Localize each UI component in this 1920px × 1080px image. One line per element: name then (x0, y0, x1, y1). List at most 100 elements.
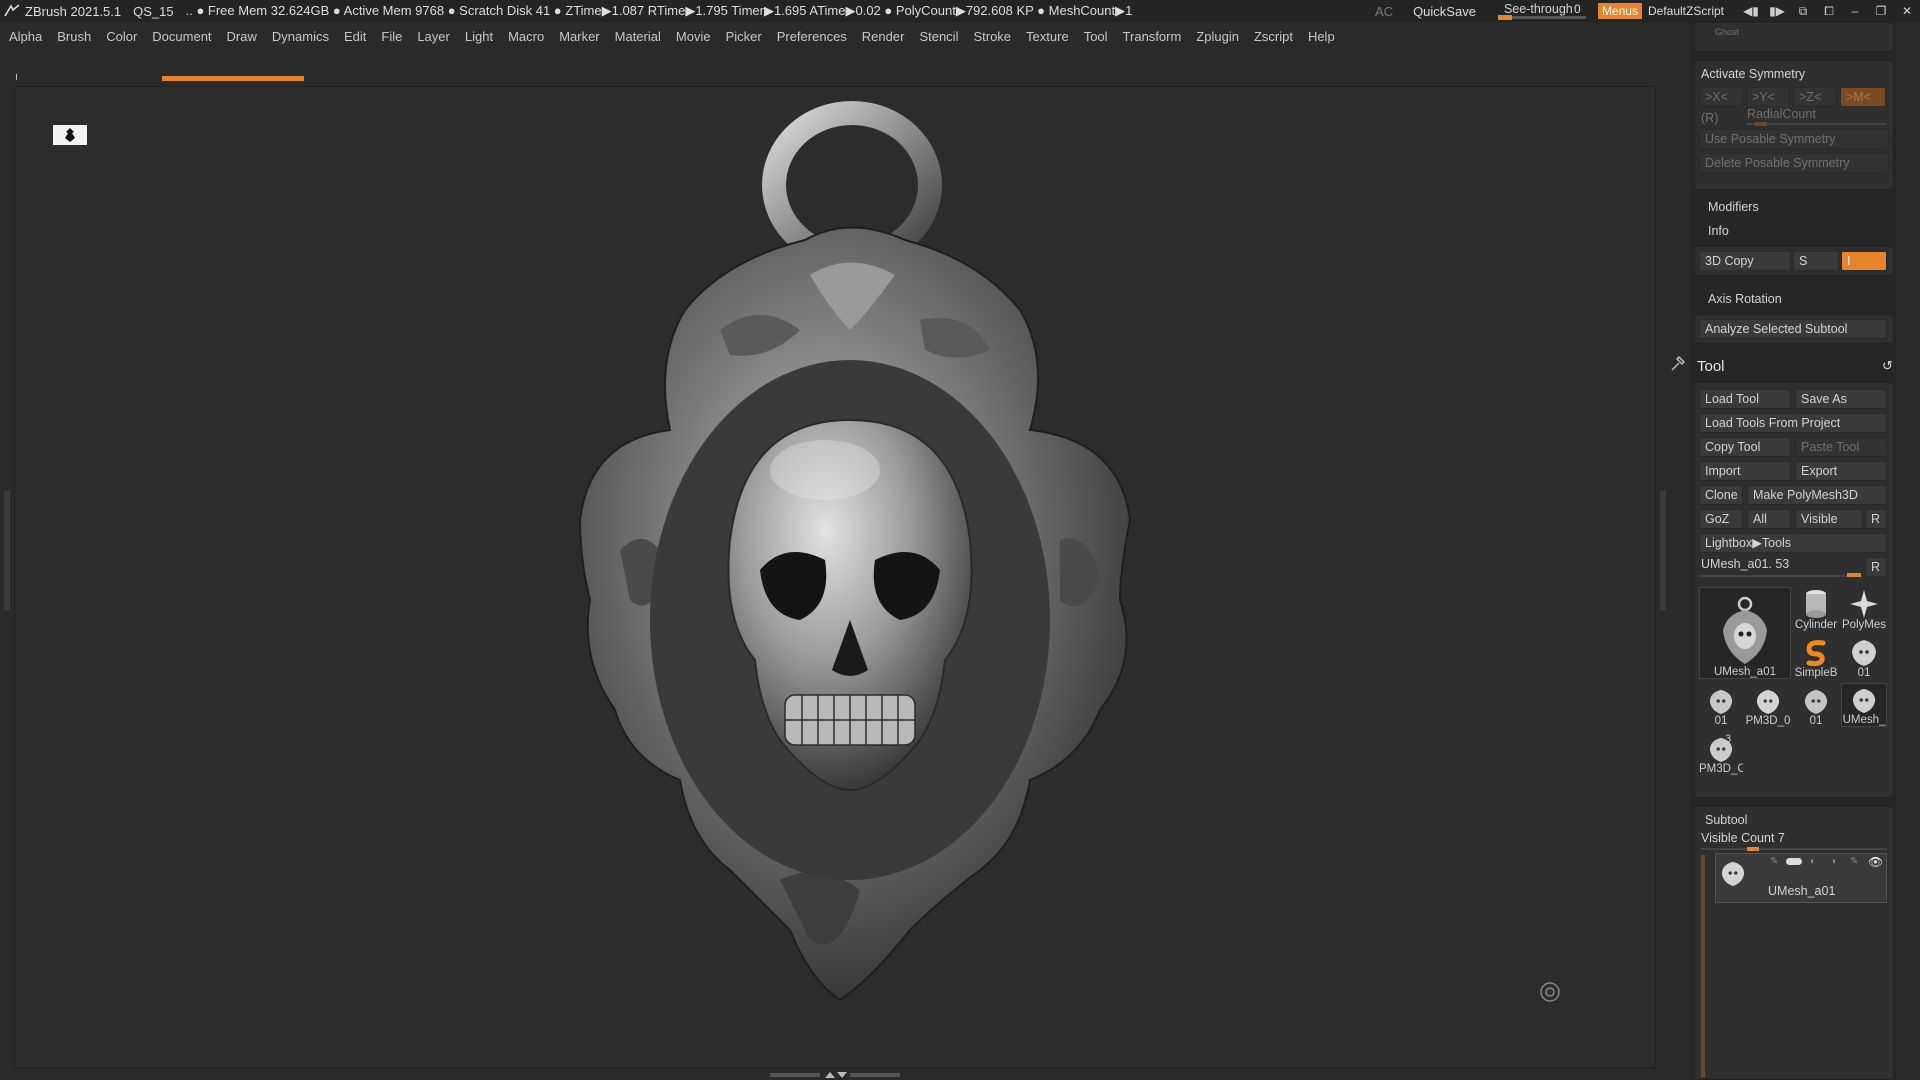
tool-palette-title[interactable]: Tool (1697, 358, 1725, 375)
quicksave-button[interactable]: QuickSave (1413, 4, 1476, 19)
menu-edit[interactable]: Edit (344, 29, 366, 44)
menu-tool[interactable]: Tool (1084, 29, 1108, 44)
menu-zplugin[interactable]: Zplugin (1196, 29, 1239, 44)
menu-stencil[interactable]: Stencil (919, 29, 958, 44)
paste-tool-button[interactable]: Paste Tool (1795, 437, 1887, 457)
layout-right-icon[interactable]: ▮▶ (1764, 0, 1790, 22)
axis-rotation-button[interactable]: Axis Rotation (1708, 292, 1782, 306)
tool-reset-icon[interactable]: ↺ (1882, 358, 1893, 374)
tool-thumb-pm3d-c[interactable]: PM3D_C (1699, 731, 1743, 775)
menu-material[interactable]: Material (615, 29, 661, 44)
menu-picker[interactable]: Picker (726, 29, 762, 44)
menu-file[interactable]: File (381, 29, 402, 44)
current-tool-slider-label[interactable]: UMesh_a01. 53 (1701, 557, 1789, 571)
goz-button[interactable]: GoZ (1699, 509, 1743, 529)
delete-posable-symmetry-button[interactable]: Delete Posable Symmetry (1699, 153, 1889, 173)
lightbox-tools-button[interactable]: Lightbox▶Tools (1699, 533, 1887, 553)
subtool-toggle-icon[interactable] (1786, 858, 1802, 865)
radial-count-thumb[interactable] (1755, 122, 1767, 126)
radial-count-label[interactable]: RadialCount (1747, 107, 1816, 121)
visible-count-label[interactable]: Visible Count 7 (1701, 831, 1785, 845)
use-posable-symmetry-button[interactable]: Use Posable Symmetry (1699, 129, 1889, 149)
menu-brush[interactable]: Brush (57, 29, 91, 44)
window-swap-icon[interactable]: ⧉ (1790, 0, 1816, 22)
tool-thumb-pm3d-0[interactable]: PM3D_0 (1745, 683, 1791, 727)
restore-icon[interactable]: ❐ (1868, 0, 1894, 22)
symmetry-x-button[interactable]: >X< (1699, 87, 1743, 107)
subtool-brush-icon[interactable]: ✎ (1770, 856, 1778, 867)
layout-left-icon[interactable]: ◀▮ (1738, 0, 1764, 22)
menu-movie[interactable]: Movie (676, 29, 711, 44)
clone-button[interactable]: Clone (1699, 485, 1743, 505)
skull-pendant-model[interactable] (560, 100, 1140, 1040)
menu-document[interactable]: Document (152, 29, 211, 44)
menu-macro[interactable]: Macro (508, 29, 544, 44)
menu-render[interactable]: Render (862, 29, 905, 44)
see-through-thumb[interactable] (1497, 15, 1512, 20)
bottom-tray-handle[interactable] (770, 1070, 900, 1080)
ac-label[interactable]: AC (1375, 4, 1393, 19)
subtool-half-icon[interactable]: ◐ (1810, 856, 1816, 867)
current-tool-slider-thumb[interactable] (1847, 573, 1861, 577)
export-button[interactable]: Export (1795, 461, 1887, 481)
subtool-item[interactable]: ✎ ◐ ◑ ✎ 👁 UMesh_a01 (1715, 853, 1887, 903)
menu-texture[interactable]: Texture (1026, 29, 1069, 44)
symmetry-r-label[interactable]: (R) (1701, 111, 1718, 125)
ghost-label[interactable]: Ghost (1715, 27, 1739, 37)
close-icon[interactable]: ✕ (1894, 0, 1920, 22)
tool-thumb-01c[interactable]: 01 (1793, 683, 1839, 727)
modifiers-button[interactable]: Modifiers (1708, 200, 1759, 214)
activate-symmetry-button[interactable]: Activate Symmetry (1701, 67, 1805, 81)
menu-help[interactable]: Help (1308, 29, 1335, 44)
menu-light[interactable]: Light (465, 29, 493, 44)
load-tools-from-project-button[interactable]: Load Tools From Project (1699, 413, 1887, 433)
menu-marker[interactable]: Marker (559, 29, 599, 44)
menu-dynamics[interactable]: Dynamics (272, 29, 329, 44)
tool-thumb-simplebrush[interactable]: SimpleB (1793, 635, 1839, 679)
copy3d-button[interactable]: 3D Copy (1699, 251, 1791, 271)
window-float-icon[interactable]: ⧠ (1816, 0, 1842, 22)
menus-button[interactable]: Menus (1597, 3, 1642, 19)
radial-count-slider[interactable] (1747, 123, 1887, 125)
minimize-icon[interactable]: – (1842, 0, 1868, 22)
menu-alpha[interactable]: Alpha (9, 29, 42, 44)
make-polymesh3d-button[interactable]: Make PolyMesh3D (1747, 485, 1887, 505)
goz-all-button[interactable]: All (1747, 509, 1791, 529)
menu-preferences[interactable]: Preferences (777, 29, 847, 44)
save-as-button[interactable]: Save As (1795, 389, 1887, 409)
tool-thumb-polymesh[interactable]: PolyMes (1841, 587, 1887, 631)
tool-thumb-umesh[interactable]: UMesh_ (1841, 683, 1887, 727)
visible-count-thumb[interactable] (1747, 847, 1759, 851)
left-tray-handle[interactable] (4, 490, 10, 610)
subtool-scrollbar[interactable] (1701, 855, 1705, 1077)
menu-color[interactable]: Color (106, 29, 137, 44)
subtool-visibility-eye-icon[interactable]: 👁 (1868, 855, 1883, 869)
rotate-gizmo-icon[interactable] (1538, 980, 1562, 1004)
tool-thumb-01b[interactable]: 01 (1699, 683, 1743, 727)
see-through-slider[interactable]: See-through 0 (1497, 0, 1588, 22)
visible-count-track[interactable] (1701, 848, 1887, 850)
tool-thumb-umesh-a01[interactable]: UMesh_a01 (1699, 587, 1791, 679)
menu-zscript[interactable]: Zscript (1254, 29, 1293, 44)
default-zscript-button[interactable]: DefaultZScript (1648, 4, 1724, 18)
info-button[interactable]: Info (1708, 224, 1729, 238)
subtool-polygroup-icon[interactable]: ◑ (1830, 856, 1836, 867)
menu-stroke[interactable]: Stroke (973, 29, 1011, 44)
load-tool-button[interactable]: Load Tool (1699, 389, 1791, 409)
goz-r-button[interactable]: R (1865, 509, 1887, 529)
symmetry-m-button[interactable]: >M< (1840, 87, 1886, 107)
import-button[interactable]: Import (1699, 461, 1791, 481)
menu-layer[interactable]: Layer (417, 29, 450, 44)
subtool-pen-icon[interactable]: ✎ (1850, 856, 1858, 867)
current-tool-slider-track[interactable] (1699, 575, 1859, 577)
subtool-palette-title[interactable]: Subtool (1705, 813, 1747, 827)
analyze-selected-subtool-button[interactable]: Analyze Selected Subtool (1699, 319, 1887, 339)
current-tool-r-button[interactable]: R (1865, 557, 1887, 577)
copy3d-i-button[interactable]: I (1841, 251, 1887, 271)
tool-thumb-cylinder[interactable]: Cylinder (1793, 587, 1839, 631)
goz-visible-button[interactable]: Visible (1795, 509, 1863, 529)
symmetry-y-button[interactable]: >Y< (1746, 87, 1790, 107)
menu-draw[interactable]: Draw (227, 29, 257, 44)
tool-thumb-01[interactable]: 01 (1841, 635, 1887, 679)
copy-tool-button[interactable]: Copy Tool (1699, 437, 1791, 457)
